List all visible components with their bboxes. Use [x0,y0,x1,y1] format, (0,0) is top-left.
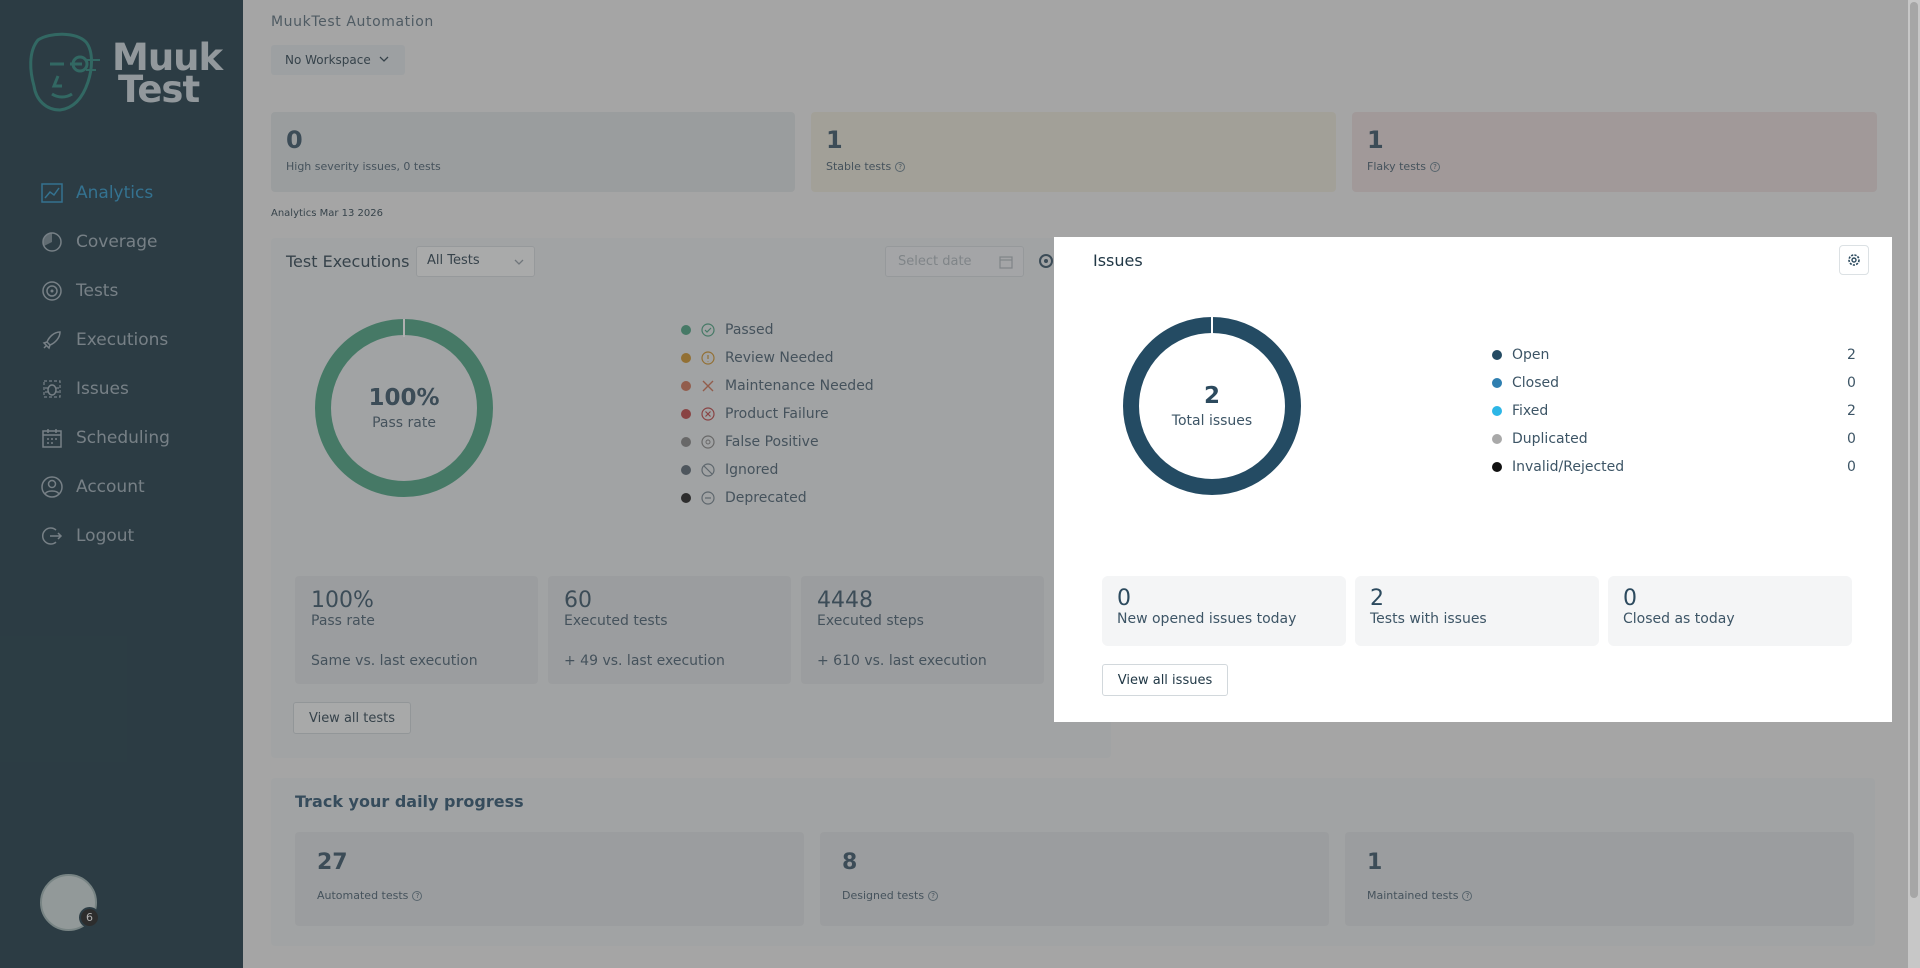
legend-dot [1492,406,1502,416]
legend-dot [1492,350,1502,360]
legend-count: 0 [1847,431,1856,447]
legend-label: Closed [1512,375,1560,391]
issues-modal: Issues 2 Total issues Open 2 Closed 0 Fi… [1054,237,1892,722]
view-all-issues-button[interactable]: View all issues [1102,664,1228,696]
scrollbar-thumb[interactable] [1910,2,1918,898]
legend-item-open[interactable]: Open 2 [1492,341,1856,369]
card-title: Tests with issues [1370,611,1487,627]
modal-title: Issues [1093,251,1143,270]
legend-count: 0 [1847,375,1856,391]
card-value: 2 [1370,586,1384,611]
issue-card-tests-with-issues: 2 Tests with issues [1355,576,1599,646]
legend-dot [1492,434,1502,444]
card-value: 0 [1117,586,1131,611]
legend-count: 2 [1847,403,1856,419]
issue-card-closed-today: 0 Closed as today [1608,576,1852,646]
legend-count: 2 [1847,347,1856,363]
issue-card-new-opened: 0 New opened issues today [1102,576,1346,646]
legend-label: Fixed [1512,403,1549,419]
legend-label: Invalid/Rejected [1512,459,1625,475]
issue-status-legend: Open 2 Closed 0 Fixed 2 Duplicated 0 Inv… [1492,341,1856,481]
card-title: Closed as today [1623,611,1735,627]
legend-item-invalid-rejected[interactable]: Invalid/Rejected 0 [1492,453,1856,481]
legend-count: 0 [1847,459,1856,475]
page-scrollbar[interactable] [1908,0,1920,968]
legend-label: Open [1512,347,1550,363]
card-value: 0 [1623,586,1637,611]
legend-label: Duplicated [1512,431,1588,447]
legend-item-duplicated[interactable]: Duplicated 0 [1492,425,1856,453]
total-issues-donut: 2 Total issues [1122,316,1302,496]
legend-item-fixed[interactable]: Fixed 2 [1492,397,1856,425]
legend-dot [1492,462,1502,472]
card-title: New opened issues today [1117,611,1297,627]
legend-item-closed[interactable]: Closed 0 [1492,369,1856,397]
legend-dot [1492,378,1502,388]
gear-icon[interactable] [1839,245,1869,275]
donut-label: Total issues [1171,413,1253,429]
donut-value: 2 [1203,383,1220,409]
